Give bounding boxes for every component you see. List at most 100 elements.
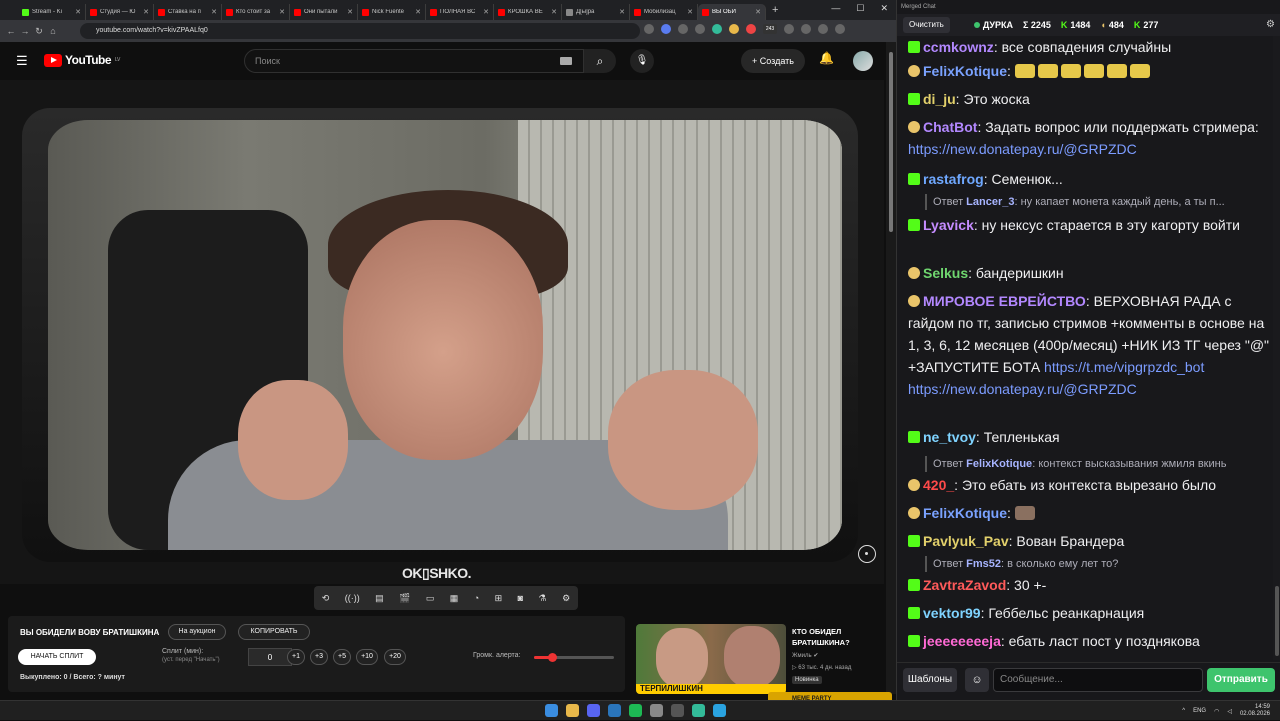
loop-icon[interactable]: ⟲ <box>322 593 330 604</box>
extension-icon[interactable] <box>661 24 671 34</box>
profile-icon[interactable] <box>818 24 828 34</box>
chat-link[interactable]: https://new.donatepay.ru/@GRPZDC <box>908 381 1137 397</box>
increment-button-5[interactable]: +5 <box>333 649 351 665</box>
chat-username[interactable]: ccmkownz <box>923 39 994 55</box>
voice-search-button[interactable]: 🎙 <box>630 49 654 73</box>
menu-icon[interactable] <box>835 24 845 34</box>
tab-close-icon[interactable]: ✕ <box>279 8 285 16</box>
scrollbar-thumb[interactable] <box>1275 586 1279 656</box>
speed-icon[interactable]: ◔ <box>474 593 479 603</box>
back-icon[interactable]: ← <box>4 26 18 36</box>
star-icon[interactable] <box>678 24 688 34</box>
chat-username[interactable]: Lyavick <box>923 217 974 233</box>
chat-username[interactable]: FelixKotique <box>923 63 1007 79</box>
chat-username[interactable]: Pavlyuk_Pav <box>923 533 1009 549</box>
emoji-button[interactable]: ☺ <box>965 668 989 692</box>
video-thumbnail[interactable]: ТЕРПИЛИШКИН <box>636 624 786 694</box>
page-scrollbar[interactable] <box>886 42 896 694</box>
tab-close-icon[interactable]: ✕ <box>415 8 421 16</box>
forward-icon[interactable]: → <box>18 26 32 36</box>
download-icon[interactable] <box>801 24 811 34</box>
search-button[interactable]: ⌕ <box>584 49 616 73</box>
increment-button-1[interactable]: +1 <box>287 649 305 665</box>
create-button[interactable]: + Создать <box>741 49 805 73</box>
gear-icon[interactable]: ⚙ <box>1266 19 1275 30</box>
steam-icon[interactable] <box>608 704 621 717</box>
chat-link[interactable]: https://new.donatepay.ru/@GRPZDC <box>908 141 1137 157</box>
chat-username[interactable]: ne_tvoy <box>923 429 976 445</box>
video-player[interactable]: OK▯SHKO. <box>0 80 884 584</box>
message-input[interactable]: Сообщение... <box>993 668 1203 692</box>
tray-chevron-icon[interactable]: ^ <box>1182 708 1185 714</box>
split-minutes-input[interactable]: 0 <box>248 648 292 666</box>
app-icon[interactable] <box>671 704 684 717</box>
tab-close-icon[interactable]: ✕ <box>619 8 625 16</box>
extension-icon[interactable] <box>695 24 705 34</box>
language-indicator[interactable]: ENG <box>1193 708 1206 714</box>
chat-link[interactable]: https://t.me/vipgrpzdc_bot <box>1044 359 1204 375</box>
reply-username[interactable]: Fms52 <box>966 558 1001 570</box>
volume-icon[interactable]: ◁ <box>1227 708 1232 715</box>
send-button[interactable]: Отправить <box>1207 668 1275 692</box>
tab-close-icon[interactable]: ✕ <box>687 8 693 16</box>
url-field[interactable]: youtube.com/watch?v=kivZPAALfq0 <box>80 23 640 39</box>
start-split-button[interactable]: НАЧАТЬ СПЛИТ <box>18 649 96 665</box>
extension-icon[interactable] <box>746 24 756 34</box>
maximize-icon[interactable]: ☐ <box>856 3 864 14</box>
gear-icon[interactable]: ⚙ <box>562 593 570 604</box>
browser-tab[interactable]: Д[ы]ра ✕ <box>562 4 630 20</box>
chat-username[interactable]: ZavtraZavod <box>923 577 1006 593</box>
chat-username[interactable]: 420_ <box>923 477 954 493</box>
new-tab-button[interactable]: + <box>766 4 784 16</box>
chat-username[interactable]: Selkus <box>923 265 968 281</box>
chat-username[interactable]: FelixKotique <box>923 505 1007 521</box>
hamburger-menu-icon[interactable]: ☰ <box>16 53 28 69</box>
browser-tab[interactable]: ПОЛНАЯ ВС ✕ <box>426 4 494 20</box>
clock[interactable]: 14:59 02.08.2026 <box>1240 704 1270 718</box>
volume-knob[interactable] <box>547 653 557 662</box>
close-icon[interactable]: ✕ <box>880 3 888 14</box>
clear-button[interactable]: Очистить <box>903 17 950 33</box>
add-icon[interactable]: ⊞ <box>495 593 503 604</box>
templates-button[interactable]: Шаблоны <box>903 668 957 692</box>
reload-icon[interactable]: ↻ <box>32 26 46 37</box>
auction-button[interactable]: На аукцион <box>168 624 226 640</box>
browser-tab[interactable]: Stream - Ki ✕ <box>18 4 86 20</box>
tab-close-icon[interactable]: ✕ <box>211 8 217 16</box>
recommended-title[interactable]: КТО ОБИДЕЛ БРАТИШКИНА? <box>792 626 882 648</box>
chat-username[interactable]: МИРОВОЕ ЕВРЕЙСТВО <box>923 293 1086 309</box>
avatar[interactable] <box>853 51 873 71</box>
extensions-icon[interactable] <box>784 24 794 34</box>
clapper-icon[interactable]: 🎬 <box>399 593 410 604</box>
scrollbar-thumb[interactable] <box>889 52 893 232</box>
discord-icon[interactable] <box>587 704 600 717</box>
tab-close-icon[interactable]: ✕ <box>75 8 81 16</box>
spotify-icon[interactable] <box>629 704 642 717</box>
increment-button-3[interactable]: +3 <box>310 649 328 665</box>
chat-username[interactable]: di_ju <box>923 91 956 107</box>
browser-tab[interactable]: Они пытали ✕ <box>290 4 358 20</box>
app-icon[interactable] <box>692 704 705 717</box>
broadcast-icon[interactable]: ((·)) <box>345 593 360 603</box>
tab-close-icon[interactable]: ✕ <box>551 8 557 16</box>
extension-icon[interactable] <box>712 24 722 34</box>
increment-button-10[interactable]: +10 <box>356 649 378 665</box>
camera-icon[interactable]: ◙ <box>518 593 523 603</box>
tab-close-icon[interactable]: ✕ <box>143 8 149 16</box>
flask-icon[interactable]: ⚗ <box>539 593 547 604</box>
autoplay-icon[interactable] <box>858 545 876 563</box>
chat-scrollbar[interactable] <box>1273 36 1280 660</box>
chat-username[interactable]: jeeeeeeeeja <box>923 633 1001 649</box>
search-input[interactable]: Поиск <box>244 49 584 73</box>
chat-username[interactable]: rastafrog <box>923 171 984 187</box>
tab-close-icon[interactable]: ✕ <box>755 8 761 16</box>
windows-start-icon[interactable] <box>545 704 558 717</box>
wifi-icon[interactable]: ◠ <box>1214 708 1219 715</box>
tab-close-icon[interactable]: ✕ <box>347 8 353 16</box>
extension-icon[interactable] <box>644 24 654 34</box>
chat-username[interactable]: vektor99 <box>923 605 981 621</box>
recommended-video[interactable]: ТЕРПИЛИШКИН КТО ОБИДЕЛ БРАТИШКИНА? Жмиль… <box>636 624 886 694</box>
extension-icon[interactable] <box>729 24 739 34</box>
telegram-icon[interactable] <box>713 704 726 717</box>
playlist-icon[interactable]: ▤ <box>375 593 384 604</box>
